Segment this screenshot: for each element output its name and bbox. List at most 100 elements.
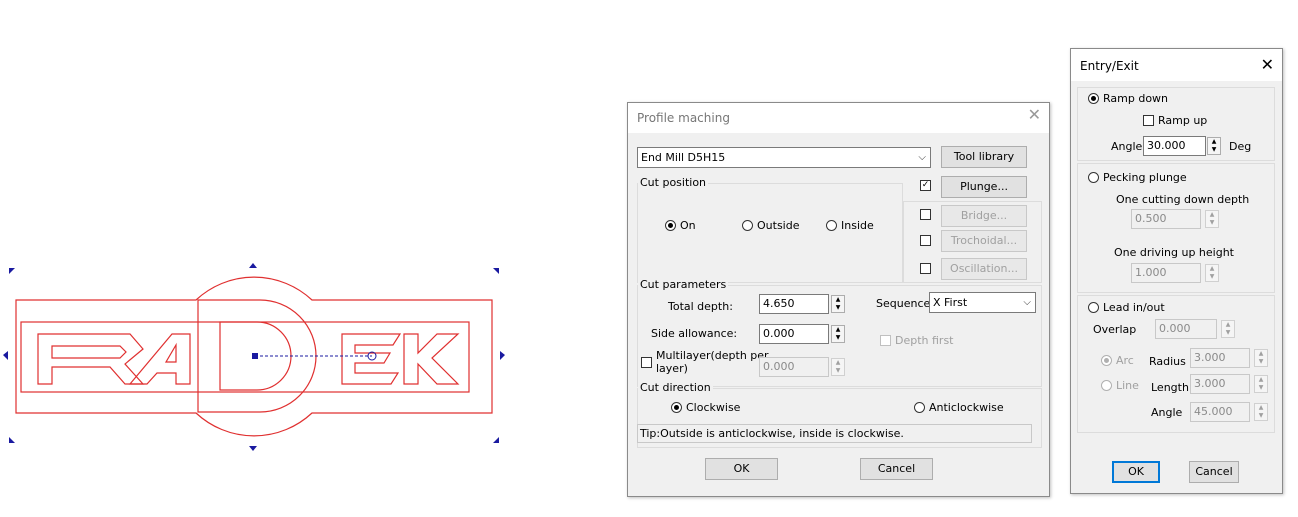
multilayer-spinner[interactable]: ▲ ▼ bbox=[831, 358, 845, 376]
handle-left bbox=[3, 351, 8, 360]
overlap-input[interactable]: 0.000 bbox=[1155, 319, 1217, 339]
arc-radio[interactable] bbox=[1101, 355, 1112, 366]
oscillation-button[interactable]: Oscillation... bbox=[941, 258, 1027, 280]
pecking-radio[interactable] bbox=[1088, 172, 1099, 183]
handle-bottom-left bbox=[9, 437, 15, 443]
cut-position-group bbox=[637, 183, 903, 283]
depth-first-checkbox[interactable] bbox=[880, 335, 891, 346]
ok-button[interactable]: OK bbox=[705, 458, 778, 480]
handle-top-left bbox=[9, 268, 15, 274]
side-allowance-input[interactable]: 0.000 bbox=[759, 324, 829, 344]
one-cut-down-label: One cutting down depth bbox=[1116, 193, 1250, 206]
chevron-down-icon: ⌵ bbox=[1023, 297, 1031, 308]
length-spinner[interactable]: ▲ ▼ bbox=[1254, 375, 1268, 393]
lead-angle-spinner[interactable]: ▲ ▼ bbox=[1254, 403, 1268, 421]
anticlockwise-label: Anticlockwise bbox=[929, 401, 1004, 414]
multilayer-label-1: Multilayer(depth per bbox=[656, 349, 769, 362]
position-on-label: On bbox=[680, 219, 696, 232]
sequence-value: X First bbox=[933, 296, 968, 309]
line-radio[interactable] bbox=[1101, 380, 1112, 391]
angle-label: Angle bbox=[1111, 140, 1143, 153]
side-allowance-spinner[interactable]: ▲ ▼ bbox=[831, 325, 845, 343]
ramp-down-label: Ramp down bbox=[1103, 92, 1169, 105]
one-drive-up-label: One driving up height bbox=[1114, 246, 1234, 259]
total-depth-input[interactable]: 4.650 bbox=[759, 294, 829, 314]
plunge-button[interactable]: Plunge... bbox=[941, 176, 1027, 198]
ramp-up-checkbox[interactable] bbox=[1143, 115, 1154, 126]
letter-e bbox=[341, 333, 402, 385]
lead-angle-input[interactable]: 45.000 bbox=[1190, 402, 1250, 422]
close-icon[interactable]: ✕ bbox=[1028, 107, 1041, 123]
handle-bottom bbox=[249, 446, 257, 451]
position-outside-radio[interactable] bbox=[742, 220, 753, 231]
cancel-button[interactable]: Cancel bbox=[860, 458, 933, 480]
lead-radio[interactable] bbox=[1088, 302, 1099, 313]
cut-position-label: Cut position bbox=[638, 176, 709, 189]
one-cut-down-spinner[interactable]: ▲ ▼ bbox=[1205, 210, 1219, 228]
total-depth-label: Total depth: bbox=[668, 300, 733, 313]
radius-spinner[interactable]: ▲ ▼ bbox=[1254, 349, 1268, 367]
arc-label: Arc bbox=[1116, 354, 1134, 367]
plunge-checkbox[interactable]: ✓ bbox=[920, 180, 931, 191]
bridge-button[interactable]: Bridge... bbox=[941, 205, 1027, 227]
overlap-spinner[interactable]: ▲ ▼ bbox=[1221, 320, 1235, 338]
one-cut-down-input[interactable]: 0.500 bbox=[1131, 209, 1201, 229]
radius-input[interactable]: 3.000 bbox=[1190, 348, 1250, 368]
one-drive-up-input[interactable]: 1.000 bbox=[1131, 263, 1201, 283]
ok-button[interactable]: OK bbox=[1112, 461, 1160, 483]
handle-top bbox=[249, 263, 257, 268]
position-inside-radio[interactable] bbox=[826, 220, 837, 231]
tool-select-value: End Mill D5H15 bbox=[641, 151, 726, 164]
title-bar[interactable]: Entry/Exit ✕ bbox=[1071, 49, 1282, 81]
letter-r bbox=[37, 333, 145, 385]
bridge-checkbox[interactable] bbox=[920, 209, 931, 220]
cancel-button[interactable]: Cancel bbox=[1189, 461, 1239, 483]
entry-exit-dialog: Entry/Exit ✕ Ramp down Ramp up Angle 30.… bbox=[1070, 48, 1283, 494]
side-allowance-label: Side allowance: bbox=[651, 327, 738, 340]
close-icon[interactable]: ✕ bbox=[1261, 57, 1274, 73]
handle-top-right bbox=[493, 268, 499, 274]
depth-first-label: Depth first bbox=[895, 334, 954, 347]
length-label: Length bbox=[1151, 381, 1189, 394]
position-inside-label: Inside bbox=[841, 219, 874, 232]
total-depth-spinner[interactable]: ▲ ▼ bbox=[831, 295, 845, 313]
dialog-title: Entry/Exit bbox=[1080, 59, 1139, 73]
overlap-label: Overlap bbox=[1093, 323, 1137, 336]
line-label: Line bbox=[1116, 379, 1139, 392]
tool-library-button[interactable]: Tool library bbox=[941, 146, 1027, 168]
ramp-up-label: Ramp up bbox=[1158, 114, 1208, 127]
dialog-title: Profile maching bbox=[637, 111, 730, 125]
tool-select[interactable]: End Mill D5H15 ⌵ bbox=[637, 147, 931, 168]
design-canvas[interactable] bbox=[0, 0, 560, 517]
sequence-select[interactable]: X First ⌵ bbox=[929, 292, 1036, 313]
deg-label: Deg bbox=[1229, 140, 1252, 153]
cut-direction-label: Cut direction bbox=[638, 381, 713, 394]
radius-label: Radius bbox=[1149, 355, 1186, 368]
title-bar[interactable]: Profile maching ✕ bbox=[628, 103, 1049, 133]
oscillation-checkbox[interactable] bbox=[920, 263, 931, 274]
clockwise-radio[interactable] bbox=[671, 402, 682, 413]
anticlockwise-radio[interactable] bbox=[914, 402, 925, 413]
cut-parameters-label: Cut parameters bbox=[638, 278, 729, 291]
position-on-radio[interactable] bbox=[665, 220, 676, 231]
multilayer-checkbox[interactable] bbox=[641, 357, 652, 368]
handle-right bbox=[500, 351, 505, 360]
angle-spinner[interactable]: ▲ ▼ bbox=[1207, 137, 1221, 155]
length-input[interactable]: 3.000 bbox=[1190, 374, 1250, 394]
trochoidal-checkbox[interactable] bbox=[920, 235, 931, 246]
handle-bottom-right bbox=[493, 437, 499, 443]
lead-angle-label: Angle bbox=[1151, 406, 1183, 419]
clockwise-label: Clockwise bbox=[686, 401, 741, 414]
lead-label: Lead in/out bbox=[1103, 301, 1165, 314]
profile-machining-dialog: Profile maching ✕ End Mill D5H15 ⌵ Tool … bbox=[627, 102, 1050, 497]
chevron-down-icon: ⌵ bbox=[918, 152, 926, 163]
angle-input[interactable]: 30.000 bbox=[1143, 136, 1206, 156]
inner-frame bbox=[20, 321, 470, 393]
multilayer-input[interactable]: 0.000 bbox=[759, 357, 829, 377]
trochoidal-button[interactable]: Trochoidal... bbox=[941, 230, 1027, 252]
one-drive-up-spinner[interactable]: ▲ ▼ bbox=[1205, 264, 1219, 282]
position-outside-label: Outside bbox=[757, 219, 800, 232]
letter-k bbox=[403, 333, 460, 385]
ramp-down-radio[interactable] bbox=[1088, 93, 1099, 104]
pecking-label: Pecking plunge bbox=[1103, 171, 1187, 184]
